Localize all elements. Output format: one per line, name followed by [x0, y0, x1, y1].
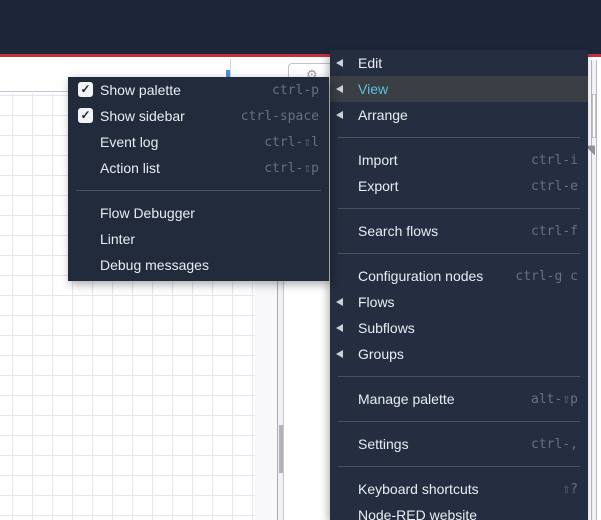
- submenu-item-flow-debugger[interactable]: Flow Debugger: [68, 200, 329, 226]
- menu-item-label: Action list: [100, 160, 160, 176]
- submenu-arrow-icon: [336, 111, 343, 119]
- menu-separator: [338, 376, 580, 377]
- menu-item-label: Flow Debugger: [100, 205, 195, 221]
- menu-item-label: Flows: [358, 294, 395, 310]
- menu-item-import[interactable]: Import ctrl-i: [330, 147, 588, 173]
- menu-item-label: Keyboard shortcuts: [358, 481, 479, 497]
- menu-item-shortcut: ctrl-e: [531, 178, 578, 194]
- menu-item-export[interactable]: Export ctrl-e: [330, 173, 588, 199]
- menu-item-label: Import: [358, 152, 398, 168]
- submenu-item-show-palette[interactable]: ✓ Show palette ctrl-p: [68, 77, 329, 103]
- menu-item-label: Linter: [100, 231, 136, 247]
- menu-item-shortcut: ctrl-f: [531, 223, 578, 239]
- submenu-item-debug-messages[interactable]: Debug messages: [68, 252, 329, 278]
- menu-item-shortcut: alt-⇧p: [531, 391, 578, 407]
- submenu-item-show-sidebar[interactable]: ✓ Show sidebar ctrl-space: [68, 103, 329, 129]
- menu-item-label: View: [358, 81, 389, 97]
- menu-item-shortcut: ⇧?: [562, 481, 578, 497]
- node-red-editor: ⚙ ◥ Deploy su: [0, 0, 601, 520]
- menu-item-arrange[interactable]: Arrange: [330, 102, 588, 128]
- menu-item-edit[interactable]: Edit: [330, 50, 588, 76]
- submenu-arrow-icon: [336, 324, 343, 332]
- menu-item-label: Configuration nodes: [358, 268, 484, 284]
- menu-item-label: Edit: [358, 55, 383, 71]
- menu-item-label: Settings: [358, 436, 409, 452]
- menu-separator: [338, 208, 580, 209]
- menu-item-label: Manage palette: [358, 391, 455, 407]
- submenu-item-action-list[interactable]: Action list ctrl-⇧p: [68, 155, 329, 181]
- submenu-arrow-icon: [336, 59, 343, 67]
- menu-item-node-red-website[interactable]: Node-RED website: [330, 502, 588, 520]
- menu-item-label: Node-RED website: [358, 507, 478, 520]
- menu-item-search-flows[interactable]: Search flows ctrl-f: [330, 218, 588, 244]
- menu-item-shortcut: ctrl-p: [272, 82, 319, 98]
- menu-separator: [338, 253, 580, 254]
- menu-item-shortcut: ctrl-⇧l: [264, 134, 319, 150]
- menu-separator: [338, 466, 580, 467]
- submenu-arrow-icon: [336, 85, 343, 93]
- menu-separator: [338, 137, 580, 138]
- submenu-item-linter[interactable]: Linter: [68, 226, 329, 252]
- scrollbar-thumb[interactable]: [592, 94, 596, 138]
- menu-item-shortcut: ctrl-i: [531, 152, 578, 168]
- submenu-arrow-icon: [336, 350, 343, 358]
- menu-item-label: Arrange: [358, 107, 408, 123]
- submenu-item-event-log[interactable]: Event log ctrl-⇧l: [68, 129, 329, 155]
- checked-checkbox-icon: ✓: [78, 108, 93, 123]
- main-menu: Edit View Arrange Import ctrl-i Export c…: [330, 50, 588, 520]
- menu-item-groups[interactable]: Groups: [330, 341, 588, 367]
- menu-item-label: Show palette: [100, 82, 181, 98]
- sidebar-vertical-scrollbar[interactable]: [591, 60, 597, 520]
- view-submenu: ✓ Show palette ctrl-p ✓ Show sidebar ctr…: [68, 77, 329, 281]
- menu-item-shortcut: ctrl-g c: [515, 268, 578, 284]
- menu-item-shortcut: ctrl-space: [240, 108, 319, 124]
- menu-item-label: Search flows: [358, 223, 439, 239]
- menu-item-view[interactable]: View: [330, 76, 588, 102]
- menu-item-keyboard-shortcuts[interactable]: Keyboard shortcuts ⇧?: [330, 476, 588, 502]
- menu-item-flows[interactable]: Flows: [330, 289, 588, 315]
- submenu-arrow-icon: [336, 298, 343, 306]
- menu-item-shortcut: ctrl-,: [531, 436, 578, 452]
- menu-item-shortcut: ctrl-⇧p: [264, 160, 319, 176]
- menu-item-settings[interactable]: Settings ctrl-,: [330, 431, 588, 457]
- menu-item-label: Debug messages: [100, 257, 209, 273]
- menu-item-label: Export: [358, 178, 399, 194]
- editor-header: [0, 0, 601, 54]
- menu-item-subflows[interactable]: Subflows: [330, 315, 588, 341]
- menu-item-label: Event log: [100, 134, 159, 150]
- scrollbar-thumb[interactable]: [279, 425, 283, 473]
- checked-checkbox-icon: ✓: [78, 82, 93, 97]
- menu-item-manage-palette[interactable]: Manage palette alt-⇧p: [330, 386, 588, 412]
- menu-item-label: Groups: [358, 346, 404, 362]
- menu-item-configuration-nodes[interactable]: Configuration nodes ctrl-g c: [330, 263, 588, 289]
- menu-item-label: Show sidebar: [100, 108, 185, 124]
- menu-separator: [338, 421, 580, 422]
- menu-separator: [76, 190, 321, 191]
- menu-item-label: Subflows: [358, 320, 415, 336]
